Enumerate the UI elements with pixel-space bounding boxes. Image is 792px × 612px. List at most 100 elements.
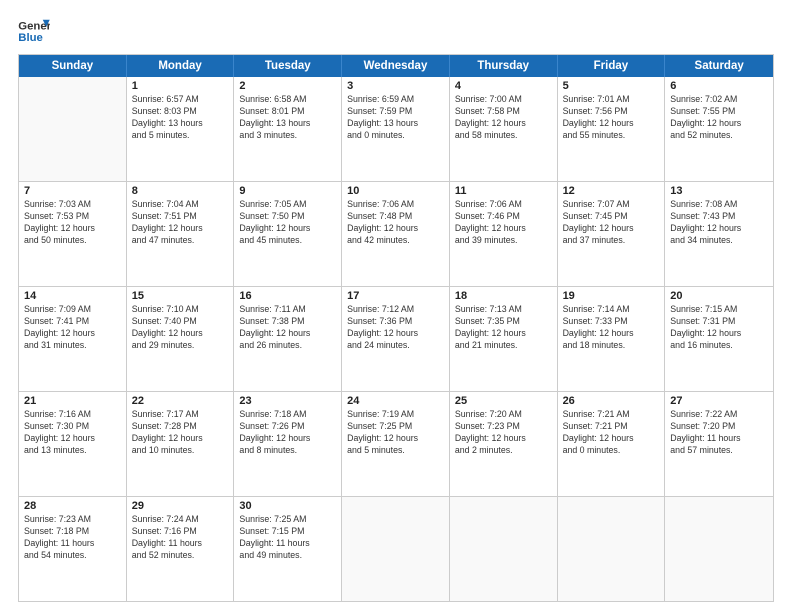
day-number: 11 xyxy=(455,185,552,197)
calendar-header: SundayMondayTuesdayWednesdayThursdayFrid… xyxy=(19,55,773,77)
day-number: 24 xyxy=(347,395,444,407)
day-cell-14: 14 Sunrise: 7:09 AM Sunset: 7:41 PM Dayli… xyxy=(19,287,127,391)
day-cell-7: 7Sunrise: 7:03 AM Sunset: 7:53 PM Daylig… xyxy=(19,182,127,286)
page: General Blue SundayMondayTuesdayWednesda… xyxy=(0,0,792,612)
day-number: 2 xyxy=(239,80,336,92)
day-info: Sunrise: 7:20 AM Sunset: 7:23 PM Dayligh… xyxy=(455,409,552,457)
day-info: Sunrise: 6:58 AM Sunset: 8:01 PM Dayligh… xyxy=(239,94,336,142)
empty-cell xyxy=(558,497,666,601)
day-number: 29 xyxy=(132,500,229,512)
day-number: 15 xyxy=(132,290,229,302)
day-info: Sunrise: 7:18 AM Sunset: 7:26 PM Dayligh… xyxy=(239,409,336,457)
day-info: Sunrise: 6:59 AM Sunset: 7:59 PM Dayligh… xyxy=(347,94,444,142)
day-number: 12 xyxy=(563,185,660,197)
weekday-header-wednesday: Wednesday xyxy=(342,55,450,77)
day-info: Sunrise: 6:57 AM Sunset: 8:03 PM Dayligh… xyxy=(132,94,229,142)
day-info: Sunrise: 7:12 AM Sunset: 7:36 PM Dayligh… xyxy=(347,304,444,352)
day-number: 16 xyxy=(239,290,336,302)
weekday-header-tuesday: Tuesday xyxy=(234,55,342,77)
empty-cell xyxy=(342,497,450,601)
day-cell-26: 26Sunrise: 7:21 AM Sunset: 7:21 PM Dayli… xyxy=(558,392,666,496)
day-cell-5: 5 Sunrise: 7:01 AM Sunset: 7:56 PM Daylig… xyxy=(558,77,666,181)
day-cell-17: 17 Sunrise: 7:12 AM Sunset: 7:36 PM Dayli… xyxy=(342,287,450,391)
day-number: 1 xyxy=(132,80,229,92)
day-number: 4 xyxy=(455,80,552,92)
day-info: Sunrise: 7:03 AM Sunset: 7:53 PM Dayligh… xyxy=(24,199,121,247)
day-info: Sunrise: 7:16 AM Sunset: 7:30 PM Dayligh… xyxy=(24,409,121,457)
day-cell-27: 27 Sunrise: 7:22 AM Sunset: 7:20 PM Dayli… xyxy=(665,392,773,496)
svg-text:Blue: Blue xyxy=(18,32,43,44)
day-cell-23: 23Sunrise: 7:18 AM Sunset: 7:26 PM Dayli… xyxy=(234,392,342,496)
day-cell-30: 30 Sunrise: 7:25 AM Sunset: 7:15 PM Dayli… xyxy=(234,497,342,601)
day-cell-20: 20Sunrise: 7:15 AM Sunset: 7:31 PM Dayli… xyxy=(665,287,773,391)
day-number: 6 xyxy=(670,80,768,92)
day-cell-8: 8 Sunrise: 7:04 AM Sunset: 7:51 PM Daylig… xyxy=(127,182,235,286)
day-info: Sunrise: 7:25 AM Sunset: 7:15 PM Dayligh… xyxy=(239,514,336,562)
day-number: 8 xyxy=(132,185,229,197)
day-cell-13: 13 Sunrise: 7:08 AM Sunset: 7:43 PM Dayli… xyxy=(665,182,773,286)
calendar-row-4: 21 Sunrise: 7:16 AM Sunset: 7:30 PM Dayli… xyxy=(19,392,773,497)
weekday-header-monday: Monday xyxy=(127,55,235,77)
day-cell-16: 16 Sunrise: 7:11 AM Sunset: 7:38 PM Dayli… xyxy=(234,287,342,391)
day-cell-1: 1 Sunrise: 6:57 AM Sunset: 8:03 PM Daylig… xyxy=(127,77,235,181)
day-number: 17 xyxy=(347,290,444,302)
day-info: Sunrise: 7:00 AM Sunset: 7:58 PM Dayligh… xyxy=(455,94,552,142)
calendar-row-3: 14 Sunrise: 7:09 AM Sunset: 7:41 PM Dayli… xyxy=(19,287,773,392)
day-info: Sunrise: 7:09 AM Sunset: 7:41 PM Dayligh… xyxy=(24,304,121,352)
day-number: 26 xyxy=(563,395,660,407)
day-number: 28 xyxy=(24,500,121,512)
day-cell-11: 11 Sunrise: 7:06 AM Sunset: 7:46 PM Dayli… xyxy=(450,182,558,286)
day-number: 19 xyxy=(563,290,660,302)
day-number: 27 xyxy=(670,395,768,407)
day-number: 13 xyxy=(670,185,768,197)
day-cell-10: 10Sunrise: 7:06 AM Sunset: 7:48 PM Dayli… xyxy=(342,182,450,286)
calendar: SundayMondayTuesdayWednesdayThursdayFrid… xyxy=(18,54,774,602)
day-number: 18 xyxy=(455,290,552,302)
day-cell-12: 12 Sunrise: 7:07 AM Sunset: 7:45 PM Dayli… xyxy=(558,182,666,286)
day-info: Sunrise: 7:05 AM Sunset: 7:50 PM Dayligh… xyxy=(239,199,336,247)
empty-cell xyxy=(19,77,127,181)
day-info: Sunrise: 7:06 AM Sunset: 7:46 PM Dayligh… xyxy=(455,199,552,247)
weekday-header-sunday: Sunday xyxy=(19,55,127,77)
day-info: Sunrise: 7:01 AM Sunset: 7:56 PM Dayligh… xyxy=(563,94,660,142)
day-cell-22: 22Sunrise: 7:17 AM Sunset: 7:28 PM Dayli… xyxy=(127,392,235,496)
logo-icon: General Blue xyxy=(18,18,50,46)
day-cell-25: 25 Sunrise: 7:20 AM Sunset: 7:23 PM Dayli… xyxy=(450,392,558,496)
day-number: 9 xyxy=(239,185,336,197)
day-number: 14 xyxy=(24,290,121,302)
day-cell-19: 19Sunrise: 7:14 AM Sunset: 7:33 PM Dayli… xyxy=(558,287,666,391)
day-info: Sunrise: 7:08 AM Sunset: 7:43 PM Dayligh… xyxy=(670,199,768,247)
calendar-body: 1 Sunrise: 6:57 AM Sunset: 8:03 PM Daylig… xyxy=(19,77,773,601)
day-cell-6: 6 Sunrise: 7:02 AM Sunset: 7:55 PM Daylig… xyxy=(665,77,773,181)
day-number: 22 xyxy=(132,395,229,407)
day-info: Sunrise: 7:04 AM Sunset: 7:51 PM Dayligh… xyxy=(132,199,229,247)
weekday-header-saturday: Saturday xyxy=(665,55,773,77)
weekday-header-friday: Friday xyxy=(558,55,666,77)
calendar-row-5: 28 Sunrise: 7:23 AM Sunset: 7:18 PM Dayli… xyxy=(19,497,773,601)
calendar-row-1: 1 Sunrise: 6:57 AM Sunset: 8:03 PM Daylig… xyxy=(19,77,773,182)
day-number: 5 xyxy=(563,80,660,92)
day-cell-28: 28 Sunrise: 7:23 AM Sunset: 7:18 PM Dayli… xyxy=(19,497,127,601)
day-info: Sunrise: 7:02 AM Sunset: 7:55 PM Dayligh… xyxy=(670,94,768,142)
day-info: Sunrise: 7:11 AM Sunset: 7:38 PM Dayligh… xyxy=(239,304,336,352)
day-info: Sunrise: 7:22 AM Sunset: 7:20 PM Dayligh… xyxy=(670,409,768,457)
day-number: 25 xyxy=(455,395,552,407)
day-number: 3 xyxy=(347,80,444,92)
day-info: Sunrise: 7:07 AM Sunset: 7:45 PM Dayligh… xyxy=(563,199,660,247)
day-info: Sunrise: 7:06 AM Sunset: 7:48 PM Dayligh… xyxy=(347,199,444,247)
logo: General Blue xyxy=(18,18,50,46)
day-cell-9: 9 Sunrise: 7:05 AM Sunset: 7:50 PM Daylig… xyxy=(234,182,342,286)
day-number: 30 xyxy=(239,500,336,512)
header: General Blue xyxy=(18,18,774,46)
day-cell-3: 3 Sunrise: 6:59 AM Sunset: 7:59 PM Daylig… xyxy=(342,77,450,181)
day-cell-21: 21 Sunrise: 7:16 AM Sunset: 7:30 PM Dayli… xyxy=(19,392,127,496)
day-number: 21 xyxy=(24,395,121,407)
day-cell-18: 18Sunrise: 7:13 AM Sunset: 7:35 PM Dayli… xyxy=(450,287,558,391)
day-cell-24: 24Sunrise: 7:19 AM Sunset: 7:25 PM Dayli… xyxy=(342,392,450,496)
day-info: Sunrise: 7:10 AM Sunset: 7:40 PM Dayligh… xyxy=(132,304,229,352)
weekday-header-thursday: Thursday xyxy=(450,55,558,77)
day-info: Sunrise: 7:23 AM Sunset: 7:18 PM Dayligh… xyxy=(24,514,121,562)
day-info: Sunrise: 7:24 AM Sunset: 7:16 PM Dayligh… xyxy=(132,514,229,562)
empty-cell xyxy=(665,497,773,601)
day-number: 20 xyxy=(670,290,768,302)
